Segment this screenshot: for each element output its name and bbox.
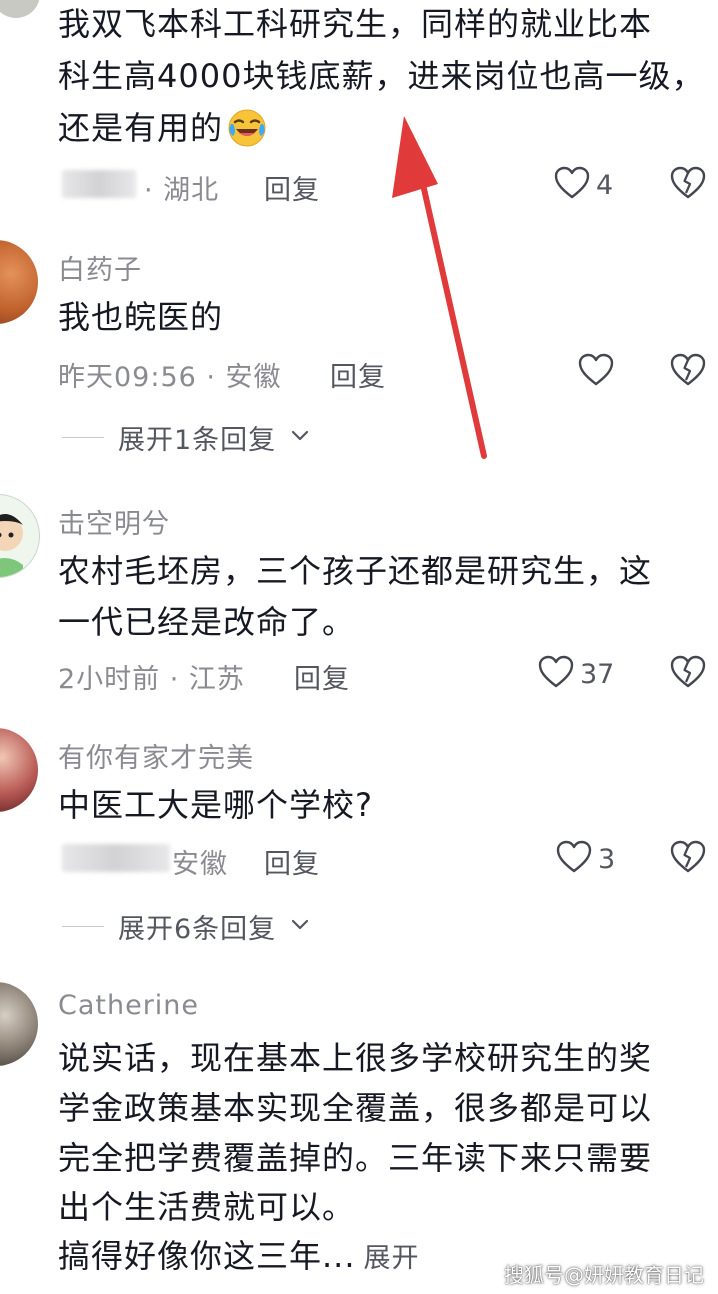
chevron-down-icon xyxy=(290,917,310,936)
broken-heart-icon xyxy=(670,353,706,391)
heart-icon xyxy=(578,353,614,391)
like-button[interactable]: 37 xyxy=(538,655,614,693)
dislike-button[interactable] xyxy=(670,166,706,204)
annotation-arrow xyxy=(380,110,500,470)
avatar[interactable] xyxy=(0,728,38,812)
username[interactable]: Catherine xyxy=(58,990,199,1021)
username[interactable]: 击空明兮 xyxy=(58,502,170,541)
comment-text-line: 出个生活费就可以。 xyxy=(58,1188,356,1226)
chevron-down-icon xyxy=(290,428,310,447)
like-count: 3 xyxy=(598,843,616,875)
dislike-button[interactable] xyxy=(670,353,706,391)
laughing-crying-emoji-icon xyxy=(227,108,267,148)
expand-replies-button[interactable]: 展开6条回复 xyxy=(62,907,310,946)
divider xyxy=(62,437,104,438)
comment-text-line: 完全把学费覆盖掉的。三年读下来只需要 xyxy=(58,1139,653,1177)
heart-icon xyxy=(556,840,592,878)
username[interactable]: 有你有家才完美 xyxy=(58,736,254,775)
avatar[interactable] xyxy=(0,982,38,1066)
avatar[interactable] xyxy=(0,240,38,324)
like-count: 37 xyxy=(580,658,615,690)
comment-text-line: 我也皖医的 xyxy=(58,298,224,336)
reply-button[interactable]: 回复 xyxy=(294,657,350,696)
expand-replies-label: 展开6条回复 xyxy=(118,914,277,945)
avatar[interactable] xyxy=(0,0,40,18)
like-button[interactable]: 4 xyxy=(554,166,613,204)
comment-text-line: 我双飞本科工科研究生，同样的就业比本 xyxy=(58,5,653,43)
comment-text-line: 说实话，现在基本上很多学校研究生的奖 xyxy=(58,1039,653,1077)
blurred-username xyxy=(62,170,136,198)
blurred-username xyxy=(62,844,170,872)
broken-heart-icon xyxy=(670,166,706,204)
expand-text-button[interactable]: 展开 xyxy=(364,1235,420,1283)
comment-meta: 昨天09:56 · 安徽 xyxy=(58,362,282,393)
comment-text-line: 还是有用的 xyxy=(58,104,267,152)
watermark: 搜狐号@妍妍教育日记 xyxy=(504,1263,704,1287)
reply-button[interactable]: 回复 xyxy=(264,842,320,881)
comment-text-line: 科生高4000块钱底薪，进来岗位也高一级， xyxy=(58,57,705,95)
comment-text-segment: 还是有用的 xyxy=(58,109,224,147)
broken-heart-icon xyxy=(670,655,706,693)
heart-icon xyxy=(538,655,574,693)
expand-replies-button[interactable]: 展开1条回复 xyxy=(62,418,310,457)
dislike-button[interactable] xyxy=(670,840,706,878)
comment-text-segment: 搞得好像你这三年... xyxy=(58,1237,356,1275)
comment-meta: 安徽 xyxy=(172,849,228,880)
broken-heart-icon xyxy=(670,840,706,878)
comment-text-line: 搞得好像你这三年... 展开 xyxy=(58,1232,420,1283)
avatar[interactable] xyxy=(0,494,40,578)
heart-icon xyxy=(554,166,590,204)
dislike-button[interactable] xyxy=(670,655,706,693)
reply-button[interactable]: 回复 xyxy=(330,355,386,394)
like-button[interactable]: 3 xyxy=(556,840,615,878)
divider xyxy=(62,926,104,927)
like-count: 4 xyxy=(596,169,614,201)
like-button[interactable] xyxy=(578,353,620,391)
username[interactable]: 白药子 xyxy=(58,248,142,287)
comment-text-line: 学金政策基本实现全覆盖，很多都是可以 xyxy=(58,1089,653,1127)
reply-button[interactable]: 回复 xyxy=(264,168,320,207)
comment-text-line: 中医工大是哪个学校? xyxy=(58,786,373,824)
comment-meta: 2小时前 · 江苏 xyxy=(58,664,245,695)
comment-meta: · 湖北 xyxy=(144,175,220,206)
comment-text-line: 一代已经是改命了。 xyxy=(58,603,356,641)
comment-text-line: 农村毛坯房，三个孩子还都是研究生，这 xyxy=(58,552,653,590)
expand-replies-label: 展开1条回复 xyxy=(118,425,277,456)
